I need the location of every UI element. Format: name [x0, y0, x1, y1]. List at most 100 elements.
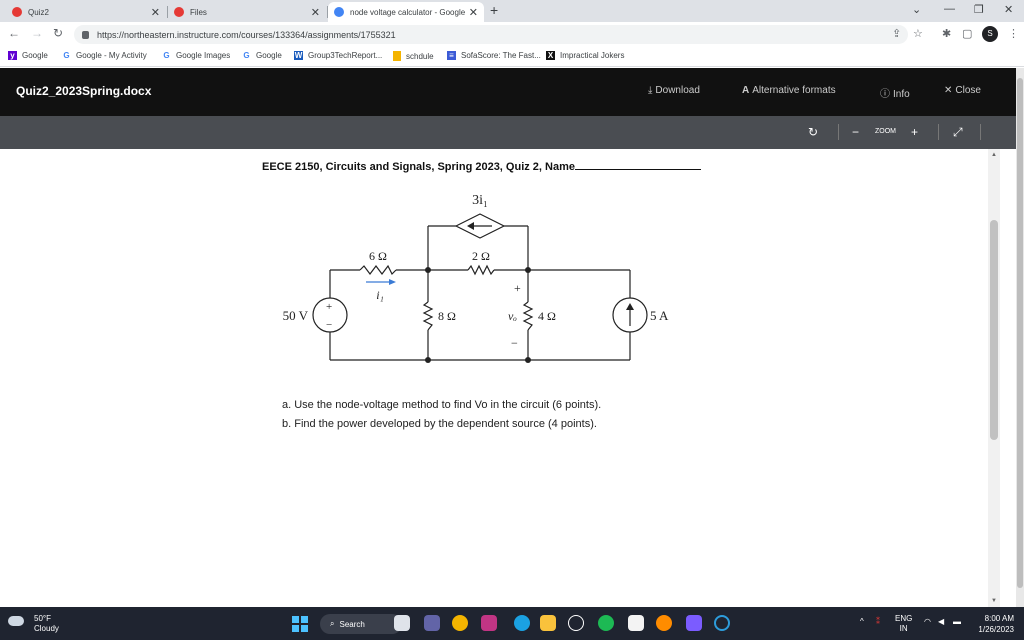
resistor-6ohm-label: 6 Ω: [369, 249, 387, 263]
bookmark-item[interactable]: y Google: [8, 51, 48, 60]
vo-plus-sign: +: [514, 281, 521, 295]
info-label: Info: [893, 89, 910, 100]
close-preview-button[interactable]: ✕ Close: [944, 85, 981, 96]
back-icon[interactable]: ←: [8, 26, 20, 40]
rotate-icon[interactable]: ↻: [808, 125, 818, 139]
source-plus-sign: +: [326, 301, 332, 313]
name-blank-line: [575, 160, 702, 170]
arrowhead: [467, 222, 474, 230]
scroll-up-icon[interactable]: ▲: [991, 152, 997, 158]
volume-icon[interactable]: ◀: [938, 617, 944, 626]
zoom-in-icon[interactable]: +: [911, 125, 918, 139]
chrome-icon[interactable]: [452, 615, 468, 631]
close-tab-icon[interactable]: ✕: [311, 6, 320, 19]
arrowhead: [389, 279, 396, 285]
lock-icon: [82, 30, 89, 39]
bookmark-item[interactable]: schdule: [393, 51, 434, 61]
windows-start-icon[interactable]: [292, 616, 308, 632]
task-view-icon[interactable]: [394, 615, 410, 631]
tab-files[interactable]: Files ✕: [168, 2, 326, 22]
profile-avatar[interactable]: S: [982, 26, 998, 42]
tab-label: Quiz2: [28, 7, 49, 17]
bookmarks-bar: y Google G Google - My Activity G Google…: [0, 47, 1024, 67]
file-preview-header: Quiz2_2023Spring.docx ⤓ Download A Alterna…: [0, 68, 1016, 116]
voltage-source-label: 50 V: [283, 308, 309, 323]
extensions-icon[interactable]: ✱: [942, 27, 951, 40]
cortana-icon[interactable]: [714, 615, 730, 631]
share-icon[interactable]: ⇪: [892, 27, 901, 40]
new-tab-icon[interactable]: +: [490, 2, 498, 18]
bookmark-item[interactable]: G Google Images: [162, 51, 230, 60]
close-tab-icon[interactable]: ✕: [151, 6, 160, 19]
menu-kebab-icon[interactable]: ⋮: [1008, 27, 1019, 40]
teams-chat-icon[interactable]: [424, 615, 440, 631]
minimize-icon[interactable]: —: [944, 3, 955, 15]
download-button[interactable]: ⤓ Download: [648, 85, 700, 96]
node-dot: [525, 357, 531, 363]
document-scrollbar-thumb[interactable]: [990, 220, 998, 440]
bookmark-star-icon[interactable]: ☆: [913, 27, 923, 40]
vo-label: vₒ: [508, 309, 517, 323]
tab-search-chevron-icon[interactable]: ⌄: [912, 3, 921, 16]
file-explorer-icon[interactable]: [540, 615, 556, 631]
address-bar[interactable]: https://northeastern.instructure.com/cou…: [74, 25, 908, 44]
edge-icon[interactable]: [514, 615, 530, 631]
node-dot: [525, 267, 531, 273]
bookmark-item[interactable]: ≡ SofaScore: The Fast...: [447, 51, 541, 60]
source-minus-sign: −: [326, 319, 332, 331]
scroll-down-icon[interactable]: ▼: [991, 598, 997, 604]
document-icon: [393, 51, 401, 61]
node-dot: [425, 357, 431, 363]
close-window-icon[interactable]: ✕: [1004, 3, 1013, 16]
quiz-header: EECE 2150, Circuits and Signals, Spring …: [262, 160, 702, 173]
fullscreen-icon[interactable]: ⤢: [953, 125, 963, 140]
tab-google-search[interactable]: node voltage calculator - Google ✕: [328, 2, 484, 22]
dell-icon[interactable]: [568, 615, 584, 631]
bookmark-label: SofaScore: The Fast...: [461, 51, 541, 60]
tab-quiz2[interactable]: Quiz2 ✕: [6, 2, 166, 22]
restore-icon[interactable]: ❐: [974, 3, 984, 16]
wifi-icon[interactable]: ◠: [924, 617, 931, 626]
battery-icon[interactable]: ▬: [953, 617, 961, 626]
resistor-8ohm: [422, 301, 434, 331]
download-icon: ⤓: [648, 85, 653, 96]
system-clock[interactable]: 8:00 AM 1/26/2023: [964, 613, 1014, 635]
tab-strip: Quiz2 ✕ Files ✕ node voltage calculator …: [0, 0, 1024, 22]
toolbar-divider: [980, 124, 981, 140]
close-icon: ✕: [944, 85, 953, 96]
store-icon[interactable]: [628, 615, 644, 631]
tray-app-icon[interactable]: ⁑: [876, 617, 880, 626]
document-title: Quiz2_2023Spring.docx: [16, 84, 152, 98]
reload-icon[interactable]: ↻: [53, 26, 63, 40]
download-label: Download: [655, 85, 700, 96]
page-scrollbar-thumb[interactable]: [1017, 78, 1023, 588]
forward-icon[interactable]: →: [31, 26, 43, 40]
taskbar-search[interactable]: ⌕ Search: [320, 614, 402, 634]
spotify-icon[interactable]: [598, 615, 614, 631]
alternative-formats-label: Alternative formats: [752, 85, 836, 96]
bookmark-label: Impractical Jokers: [560, 51, 625, 60]
bookmark-item[interactable]: G Google - My Activity: [62, 51, 146, 60]
media-icon[interactable]: [686, 615, 702, 631]
google-icon: G: [243, 51, 250, 60]
search-icon: ⌕: [330, 619, 335, 628]
close-tab-icon[interactable]: ✕: [469, 6, 478, 19]
bookmark-item[interactable]: W Group3TechReport...: [294, 51, 382, 60]
language-indicator[interactable]: ENG IN: [895, 614, 912, 634]
resistor-8ohm-label: 8 Ω: [438, 309, 456, 323]
zoom-out-icon[interactable]: −: [852, 125, 859, 139]
bookmark-item[interactable]: G Google: [242, 51, 281, 60]
alternative-formats-button[interactable]: A Alternative formats: [742, 85, 836, 96]
side-panel-icon[interactable]: ▢: [962, 27, 972, 40]
info-button[interactable]: ⓘ Info: [880, 85, 910, 100]
google-icon: G: [63, 51, 70, 60]
language-secondary: IN: [899, 624, 908, 633]
info-icon: ⓘ: [880, 89, 890, 100]
tray-chevron-icon[interactable]: ^: [860, 617, 864, 626]
instagram-icon[interactable]: [481, 615, 497, 631]
resistor-4ohm: [522, 301, 534, 331]
temperature: 50°F: [34, 614, 51, 623]
bookmark-item[interactable]: X Impractical Jokers: [546, 51, 624, 60]
resistor-6ohm: [359, 264, 397, 276]
zoom-icon[interactable]: [656, 615, 672, 631]
